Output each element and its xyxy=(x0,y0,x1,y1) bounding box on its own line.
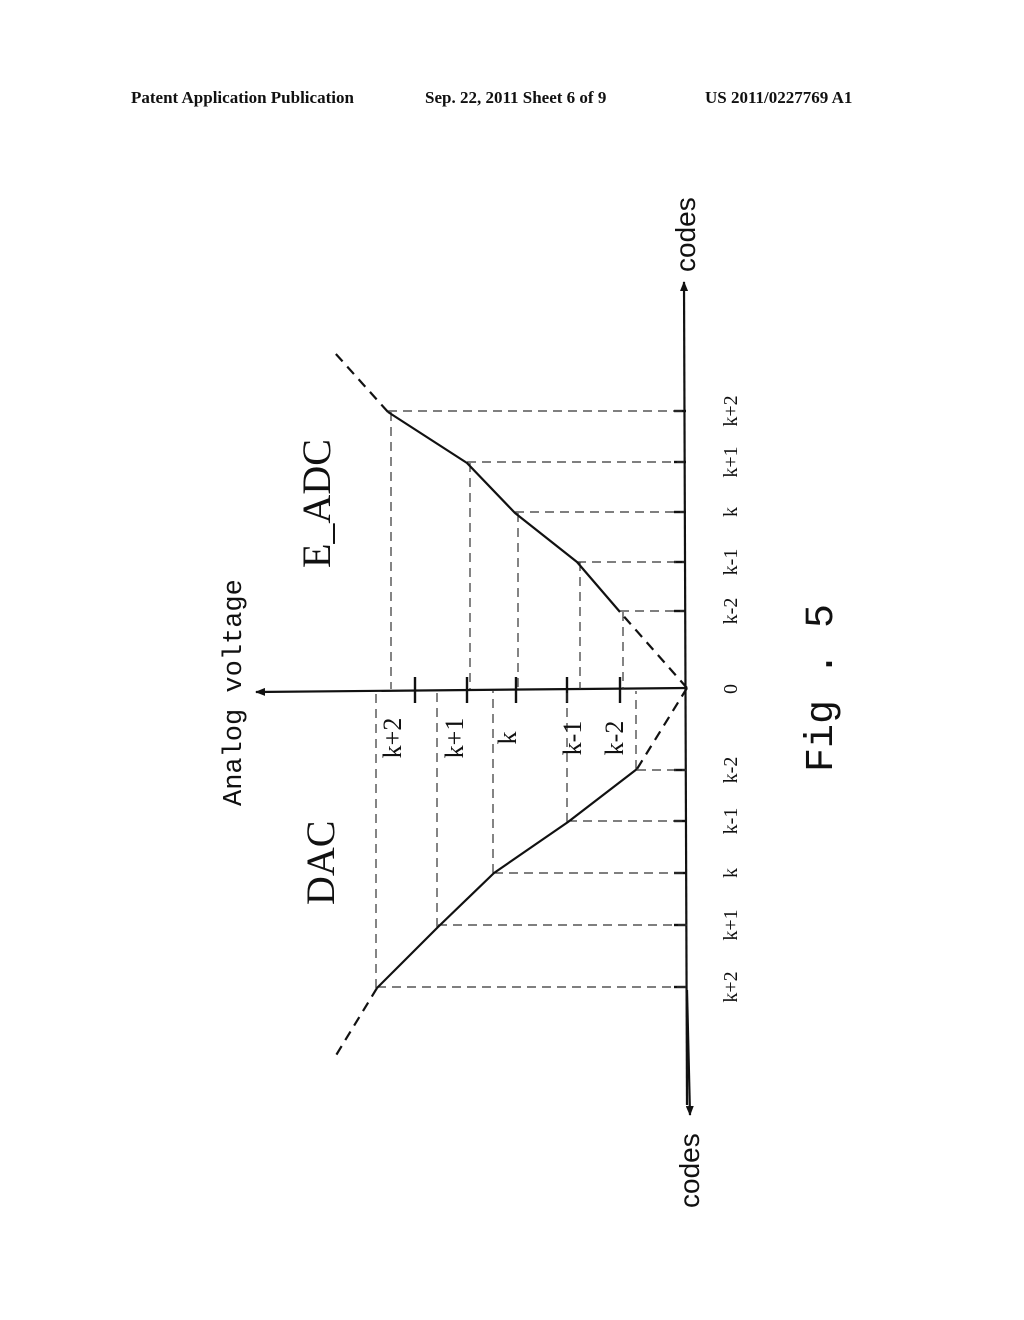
dac-curve-extension-dashed xyxy=(334,987,378,1058)
voltage-level-label: k+1 xyxy=(440,718,469,759)
origin-label: 0 xyxy=(720,684,742,694)
voltage-level-label: k-2 xyxy=(600,721,629,756)
dac-curve xyxy=(376,768,638,989)
voltage-axis xyxy=(255,686,688,696)
adc-curve-origin-dashed xyxy=(619,611,688,689)
adc-curve-label: E_ADC xyxy=(294,439,339,568)
adc-code-label: k-1 xyxy=(720,549,742,576)
figure-5-diagram: codes codes Analog voltage E_ADC DAC 0 F… xyxy=(220,197,845,1208)
dac-code-label: k+1 xyxy=(720,909,742,940)
code-labels: k-2 k-1 k k+1 k+2 k-2 k-1 k k+1 k+2 k-2 k-1 k k+1 k+2 xyxy=(378,395,742,1002)
codes-label-bottom: codes xyxy=(674,1133,705,1208)
transfer-curves xyxy=(334,352,688,1058)
figure-caption: Fig . 5 xyxy=(800,604,845,772)
adc-code-label: k+2 xyxy=(720,395,742,426)
adc-curve-extension-dashed xyxy=(334,352,389,413)
axis-ticks xyxy=(413,409,686,989)
voltage-level-label: k+2 xyxy=(378,718,407,759)
dac-curve-label: DAC xyxy=(298,821,343,905)
adc-code-label: k+1 xyxy=(720,446,742,477)
dac-code-label: k xyxy=(720,868,742,878)
dashed-guides xyxy=(375,410,687,988)
adc-code-label: k xyxy=(720,507,742,517)
dac-code-label: k-1 xyxy=(720,808,742,835)
voltage-level-label: k-1 xyxy=(558,721,587,756)
dac-code-label: k+2 xyxy=(720,971,742,1002)
codes-label-top: codes xyxy=(670,197,701,272)
voltage-axis-label: Analog voltage xyxy=(220,579,250,806)
adc-curve xyxy=(387,411,621,613)
adc-code-label: k-2 xyxy=(720,598,742,625)
dac-curve-origin-dashed xyxy=(636,687,688,770)
dac-code-label: k-2 xyxy=(720,757,742,784)
voltage-level-label: k xyxy=(493,732,522,745)
